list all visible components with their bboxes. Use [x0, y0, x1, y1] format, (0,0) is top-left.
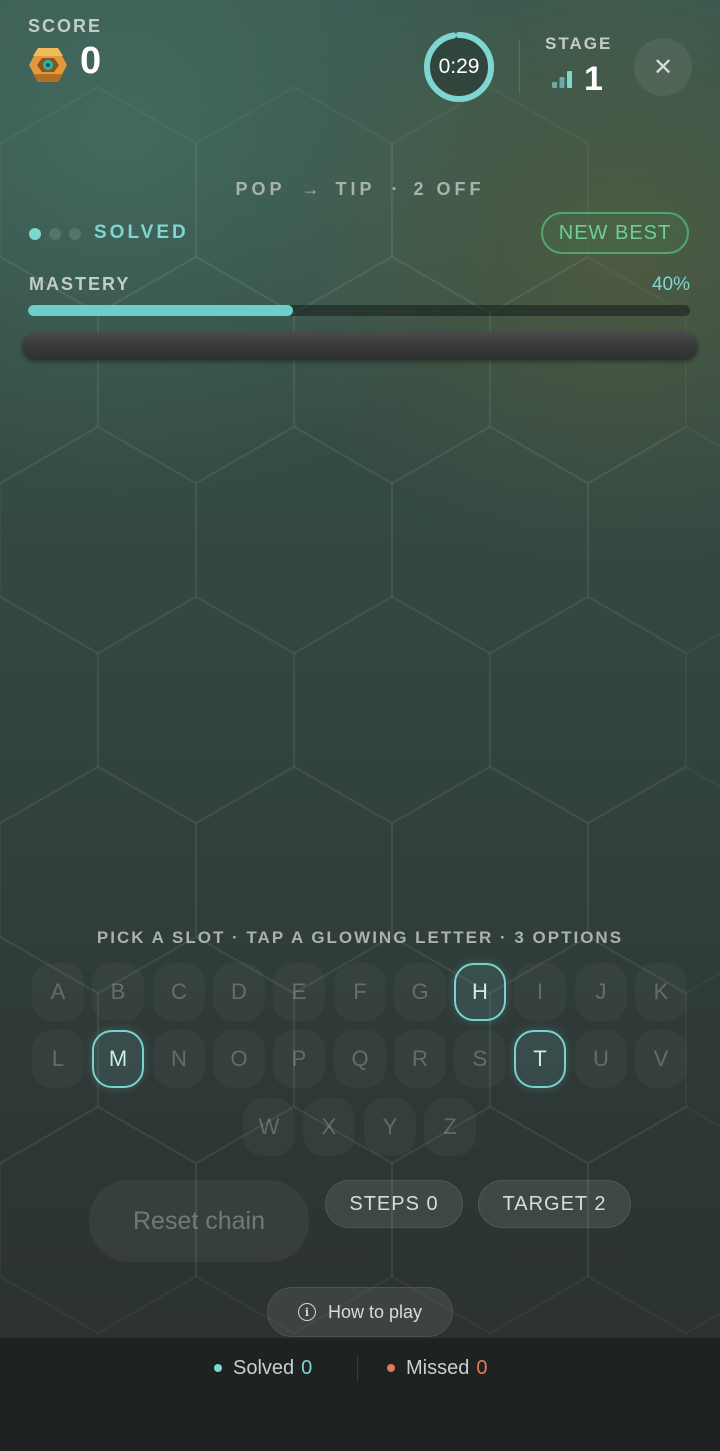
- how-to-play-label: How to play: [327, 1301, 423, 1322]
- key-f[interactable]: F: [334, 963, 386, 1021]
- progress-dot: [49, 228, 61, 240]
- gem-icon: [29, 48, 67, 82]
- key-n[interactable]: N: [153, 1030, 205, 1088]
- background-hexagon: [0, 425, 197, 655]
- letters-off: 2 OFF: [413, 178, 485, 199]
- solved-dot-icon: [214, 1364, 222, 1372]
- background-hexagon: [0, 595, 99, 825]
- instruction-text: PICK A SLOT · TAP A GLOWING LETTER · 3 O…: [96, 928, 624, 947]
- background-hexagon: [97, 595, 295, 825]
- key-y[interactable]: Y: [364, 1098, 416, 1156]
- key-x[interactable]: X: [303, 1098, 355, 1156]
- key-a[interactable]: A: [32, 963, 84, 1021]
- key-l[interactable]: L: [32, 1030, 84, 1088]
- signal-bars-icon: [552, 71, 572, 88]
- mastery-progress-fill: [28, 305, 293, 316]
- timer-value: 0:29: [438, 55, 480, 78]
- footer-bar: [0, 1338, 720, 1451]
- key-d[interactable]: D: [213, 963, 265, 1021]
- how-to-play-button[interactable]: i How to play: [267, 1287, 453, 1337]
- score-label: SCORE: [28, 16, 103, 36]
- score-value: 0: [80, 40, 102, 82]
- new-best-badge: NEW BEST: [541, 212, 689, 254]
- reset-chain-button[interactable]: Reset chain: [89, 1180, 309, 1262]
- background-hexagon: [293, 595, 491, 825]
- steps-counter: STEPS 0: [325, 1180, 463, 1228]
- background-hexagon: [391, 425, 589, 655]
- background-hexagon: [587, 765, 720, 995]
- stage-label: STAGE: [545, 34, 613, 53]
- target-counter: TARGET 2: [478, 1180, 631, 1228]
- background-hexagon: [293, 255, 491, 485]
- key-i[interactable]: I: [514, 963, 566, 1021]
- key-r[interactable]: R: [394, 1030, 446, 1088]
- key-j[interactable]: J: [575, 963, 627, 1021]
- arrow-right-icon: →: [301, 178, 320, 199]
- progress-dot: [29, 228, 41, 240]
- key-z[interactable]: Z: [424, 1098, 476, 1156]
- key-o[interactable]: O: [213, 1030, 265, 1088]
- solved-stat-count: 0: [301, 1356, 313, 1379]
- key-c[interactable]: C: [153, 963, 205, 1021]
- mastery-progress-bar: [28, 305, 690, 316]
- key-k[interactable]: K: [635, 963, 687, 1021]
- separator-dot: ·: [391, 178, 398, 199]
- key-u[interactable]: U: [575, 1030, 627, 1088]
- key-v[interactable]: V: [635, 1030, 687, 1088]
- word-chain-bar[interactable]: [22, 332, 698, 360]
- missed-stat-label: Missed: [406, 1356, 470, 1379]
- missed-stat-count: 0: [476, 1356, 488, 1379]
- target-word: TIP: [335, 178, 376, 199]
- background-hexagon: [195, 765, 393, 995]
- missed-dot-icon: [387, 1364, 395, 1372]
- background-hexagon: [195, 425, 393, 655]
- background-hexagon: [391, 765, 589, 995]
- progress-dot: [69, 228, 81, 240]
- key-w[interactable]: W: [243, 1098, 295, 1156]
- key-q[interactable]: Q: [334, 1030, 386, 1088]
- key-s[interactable]: S: [454, 1030, 506, 1088]
- header-divider: [519, 40, 520, 94]
- background-hexagon: [0, 765, 197, 995]
- key-h[interactable]: H: [454, 963, 506, 1021]
- key-p[interactable]: P: [273, 1030, 325, 1088]
- background-hexagon: [489, 595, 687, 825]
- puzzle-prompt: POP → TIP · 2 OFF: [0, 176, 720, 202]
- key-b[interactable]: B: [92, 963, 144, 1021]
- key-m[interactable]: M: [92, 1030, 144, 1088]
- mastery-label: MASTERY: [29, 274, 131, 294]
- stage-value: 1: [584, 60, 603, 98]
- solved-status: SOLVED: [94, 222, 189, 243]
- footer-divider: [357, 1356, 358, 1382]
- close-button[interactable]: ✕: [634, 38, 692, 96]
- start-word: POP: [235, 178, 286, 199]
- background-hexagon: [587, 425, 720, 655]
- missed-stat: Missed 0: [387, 1356, 487, 1380]
- info-icon: i: [297, 1303, 316, 1321]
- close-icon: ✕: [652, 53, 674, 81]
- key-e[interactable]: E: [273, 963, 325, 1021]
- solved-stat: Solved 0: [214, 1356, 312, 1380]
- key-t[interactable]: T: [514, 1030, 566, 1088]
- solved-stat-label: Solved: [233, 1356, 295, 1379]
- mastery-percent: 40%: [651, 274, 690, 295]
- key-g[interactable]: G: [394, 963, 446, 1021]
